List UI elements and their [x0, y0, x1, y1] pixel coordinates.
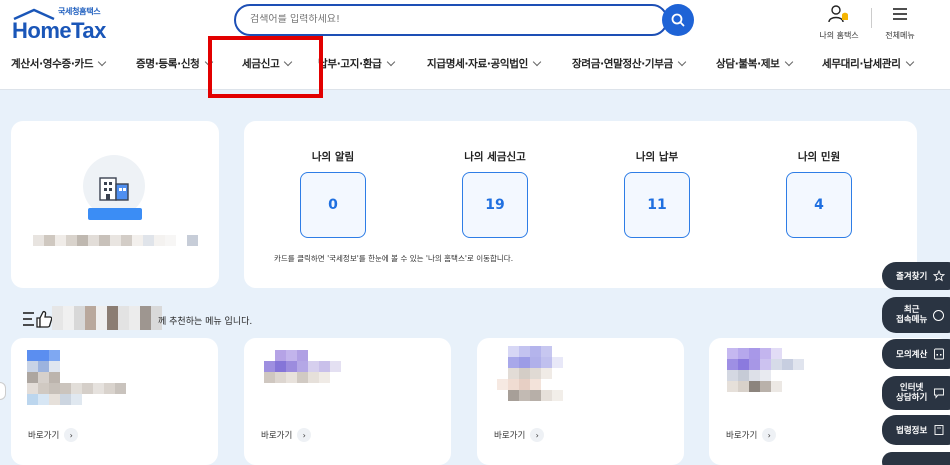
chevron-down-icon [784, 57, 793, 67]
chat-icon [934, 388, 945, 399]
book-icon [934, 425, 944, 435]
go-button[interactable]: 바로가기 › [726, 428, 777, 442]
chevron-right-icon: › [530, 428, 545, 442]
clock-icon [933, 309, 945, 321]
recommend-text: 께 추천하는 메뉴 입니다. [158, 317, 253, 327]
go-button[interactable]: 바로가기 › [261, 428, 312, 442]
stat-my-civil-petitions[interactable]: 나의 민원 4 [769, 149, 869, 238]
search-input[interactable] [250, 14, 650, 25]
stat-my-payment[interactable]: 나의 납부 11 [607, 149, 707, 238]
recommend-card-3[interactable]: 바로가기 › [477, 338, 684, 465]
chevron-down-icon [532, 57, 542, 67]
hometax-logo[interactable]: 국세청홈택스 HomeTax [10, 6, 110, 43]
all-menu-label: 전체메뉴 [885, 31, 915, 40]
chevron-down-icon [677, 57, 687, 67]
user-bell-icon [828, 5, 848, 23]
profile-card[interactable] [11, 121, 219, 288]
recommend-card-1[interactable]: 바로가기 › [11, 338, 218, 465]
search-bar [234, 4, 694, 36]
logo-title: HomeTax [12, 18, 106, 43]
quick-online-consult-button[interactable]: 인터넷 상담하기 [882, 376, 950, 410]
profile-info-redacted [33, 235, 198, 246]
chevron-right-icon: › [762, 428, 777, 442]
highlight-box [208, 36, 323, 98]
search-icon [671, 13, 685, 27]
go-button[interactable]: 바로가기 › [494, 428, 545, 442]
stat-value: 4 [786, 172, 852, 238]
my-hometax-button[interactable]: 나의 홈택스 [811, 4, 867, 41]
quick-recent-button[interactable]: 최근 접속메뉴 [882, 297, 950, 333]
nav-item-incentive[interactable]: 장려금·연말정산·기부금 [572, 56, 687, 71]
nav-item-consultation[interactable]: 상담·불복·제보 [716, 56, 793, 71]
nav-item-tax-agent[interactable]: 세무대리·납세관리 [822, 56, 914, 71]
star-icon [933, 270, 946, 282]
calculator-icon [934, 348, 945, 360]
nav-item-certificate[interactable]: 증명·등록·신청 [136, 56, 213, 71]
thumbs-up-list-icon [23, 310, 53, 328]
search-box[interactable] [234, 4, 668, 36]
profile-name-redacted [88, 208, 142, 220]
recommend-username-redacted [52, 306, 162, 330]
nav-item-payment-statement[interactable]: 지급명세·자료·공익법인 [427, 56, 542, 71]
hamburger-icon [893, 8, 907, 20]
summary-card: 나의 알림 0 나의 세금신고 19 나의 납부 11 나의 민원 4 카드를 … [244, 121, 917, 288]
quick-law-info-button[interactable]: 법령정보 [882, 415, 950, 445]
stat-title: 나의 민원 [797, 151, 841, 163]
my-hometax-label: 나의 홈택스 [819, 31, 859, 40]
recommend-card-2[interactable]: 바로가기 › [244, 338, 451, 465]
nav-item-invoice[interactable]: 계산서·영수증·카드 [11, 56, 107, 71]
chevron-right-icon: › [297, 428, 312, 442]
carousel-prev-handle[interactable] [0, 382, 6, 400]
stat-value: 19 [462, 172, 528, 238]
stat-title: 나의 알림 [311, 151, 355, 163]
chevron-down-icon [386, 57, 395, 67]
all-menu-button[interactable]: 전체메뉴 [872, 4, 928, 41]
main-nav: 계산서·영수증·카드 증명·등록·신청 세금신고 납부·고지·환급 지급명세·자… [0, 50, 950, 78]
quick-favorites-button[interactable]: 즐겨찾기 [882, 262, 950, 290]
logo-subtitle: 국세청홈택스 [58, 7, 101, 16]
quick-simulation-button[interactable]: 모의계산 [882, 339, 950, 369]
recommend-card-redacted [27, 350, 137, 405]
stat-title: 나의 납부 [635, 151, 679, 163]
summary-note: 카드를 클릭하면 '국세정보'를 한눈에 볼 수 있는 '나의 홈택스'로 이동… [274, 254, 514, 263]
chevron-down-icon [905, 57, 914, 67]
stat-my-tax-filing[interactable]: 나의 세금신고 19 [445, 149, 545, 238]
chevron-right-icon: › [64, 428, 79, 442]
recommend-card-redacted [727, 348, 815, 392]
quick-menu-more[interactable] [882, 452, 950, 465]
stat-title: 나의 세금신고 [464, 151, 526, 163]
nav-item-payment[interactable]: 납부·고지·환급 [318, 56, 395, 71]
go-button[interactable]: 바로가기 › [28, 428, 79, 442]
recommend-card-redacted [497, 346, 574, 401]
chevron-down-icon [98, 57, 107, 67]
stat-value: 0 [300, 172, 366, 238]
recommend-card-redacted [264, 350, 352, 383]
stat-my-alerts[interactable]: 나의 알림 0 [283, 149, 383, 238]
search-button[interactable] [662, 4, 694, 36]
header: 국세청홈택스 HomeTax 나의 홈택스 전체메뉴 계산서·영수 [0, 0, 950, 90]
building-icon [99, 177, 129, 201]
stat-value: 11 [624, 172, 690, 238]
